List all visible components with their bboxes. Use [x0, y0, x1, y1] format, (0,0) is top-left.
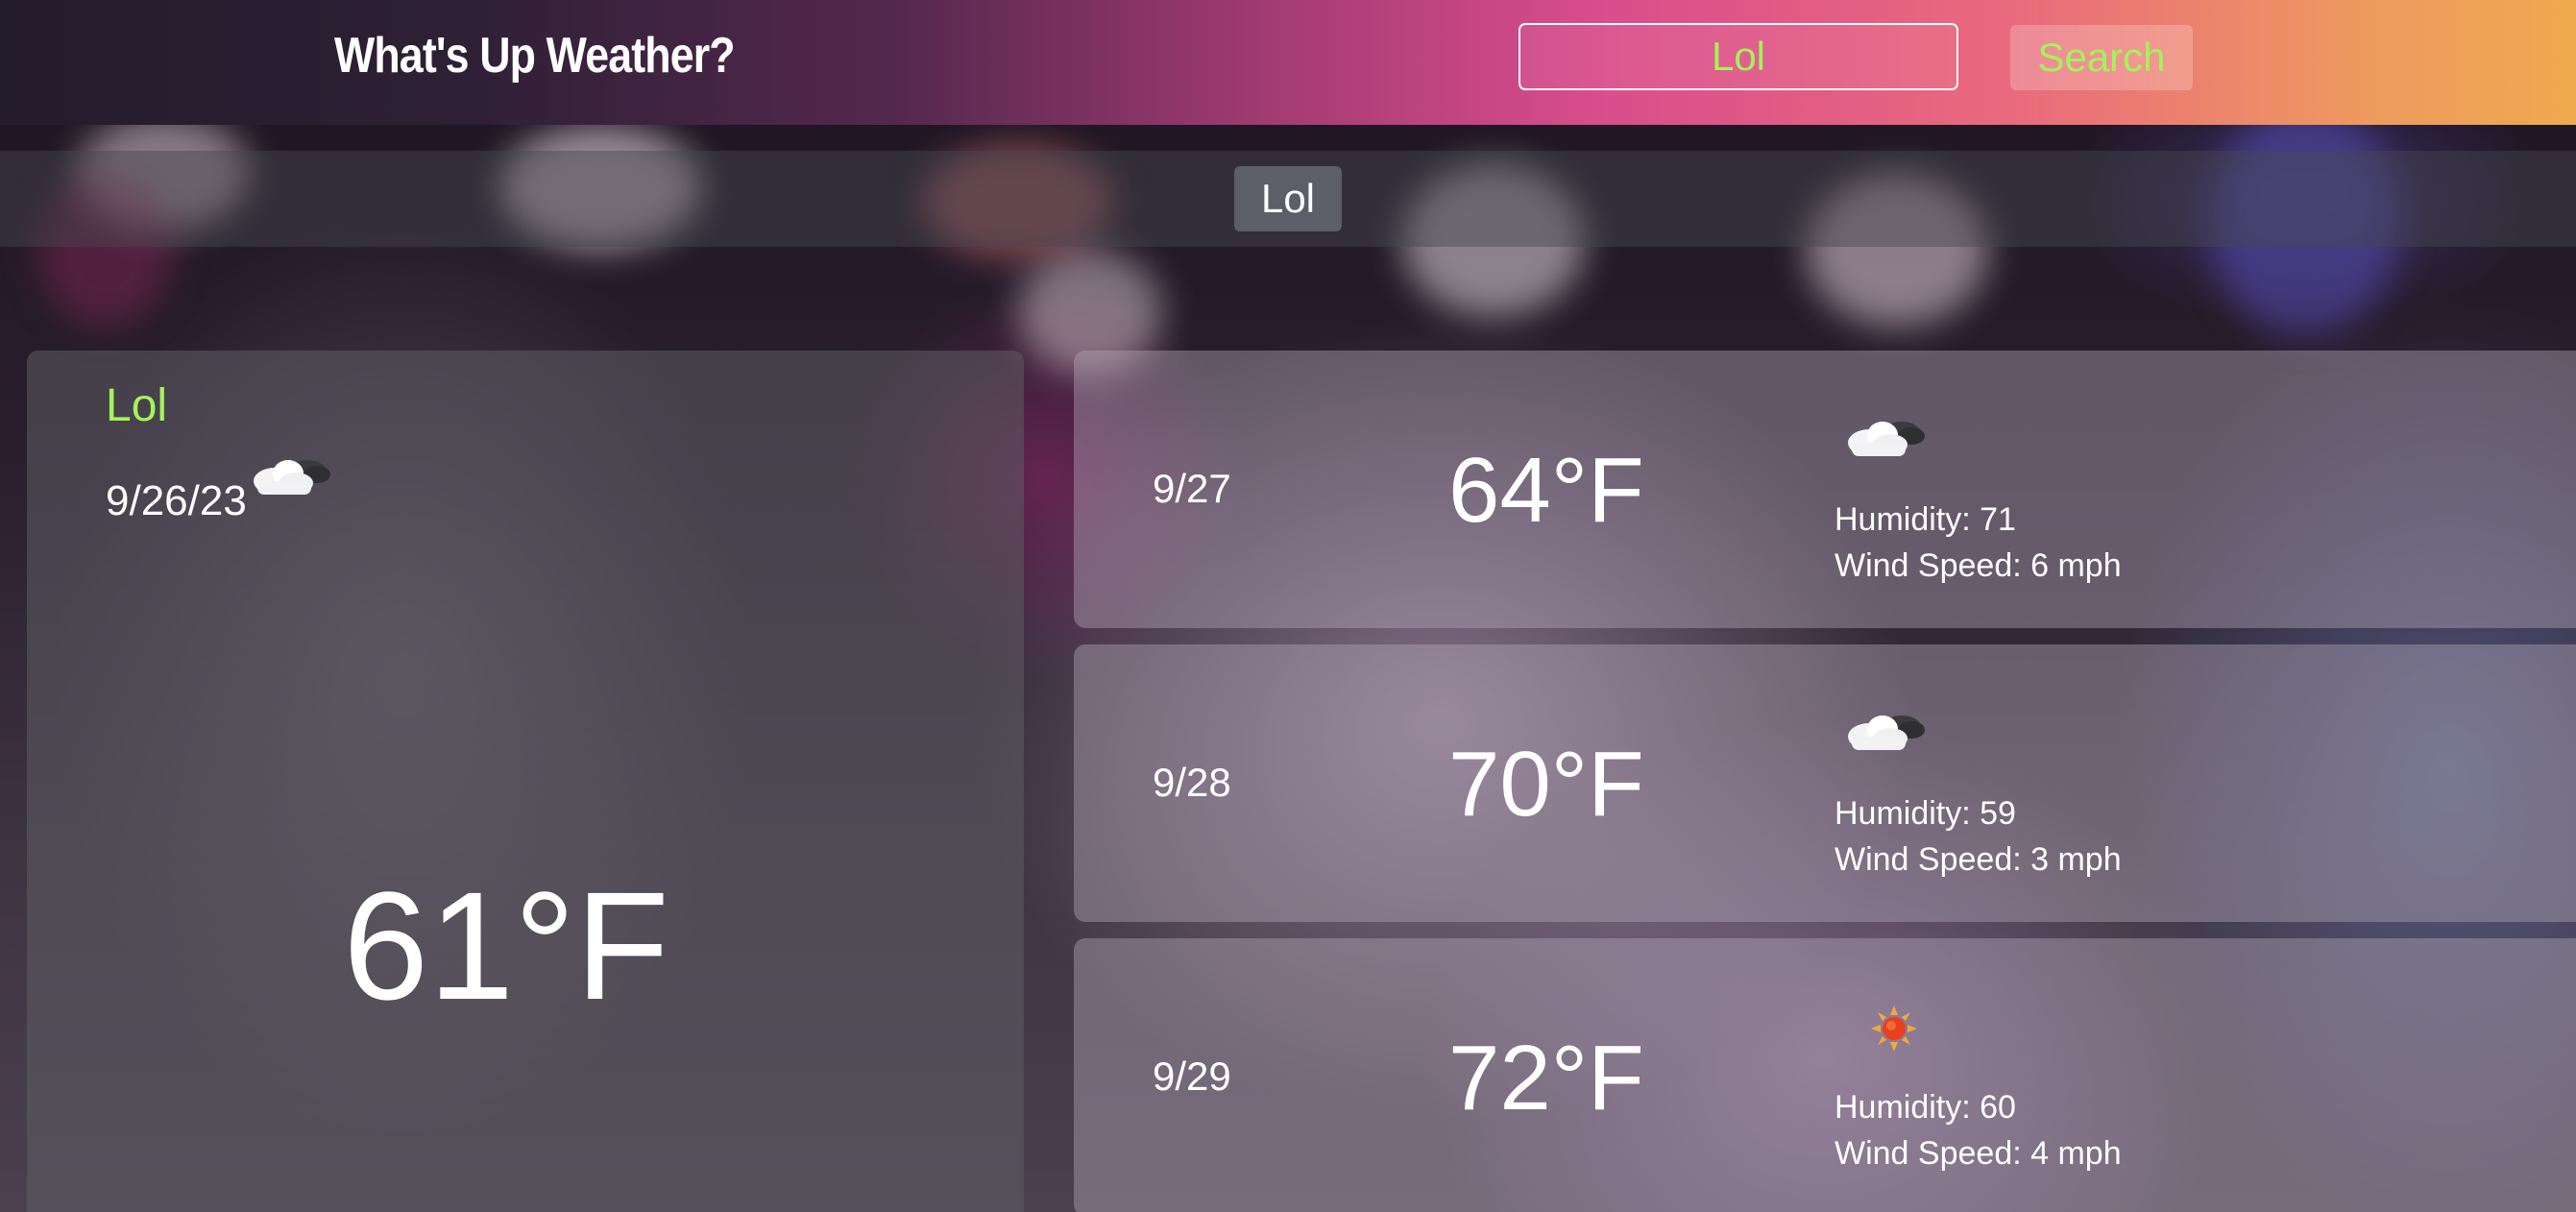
forecast-temperature: 70°F	[1448, 733, 1644, 836]
forecast-humidity: Humidity: 60	[1835, 1089, 2016, 1126]
forecast-wind-speed: Wind Speed: 6 mph	[1835, 547, 2122, 584]
forecast-date: 9/28	[1153, 760, 1231, 805]
search-history-bar: Lol	[0, 151, 2576, 247]
cloudy-icon	[1840, 700, 1929, 763]
forecast-card: 9/29 72°F Humidity: 60 Wind Speed: 4 mph	[1074, 938, 2576, 1212]
current-city-name: Lol	[106, 380, 168, 431]
current-date: 9/26/23	[106, 477, 247, 524]
forecast-date: 9/27	[1153, 466, 1231, 511]
current-weather-card: Lol 9/26/23 61°F	[27, 351, 1024, 1212]
forecast-wind-speed: Wind Speed: 4 mph	[1835, 1135, 2122, 1172]
cloudy-icon	[246, 445, 334, 507]
history-item[interactable]: Lol	[1234, 166, 1342, 231]
search-button[interactable]: Search	[2010, 25, 2193, 90]
city-search-input[interactable]	[1519, 23, 1958, 90]
cloudy-icon	[1840, 406, 1929, 469]
app-header: What's Up Weather? Search	[0, 0, 2576, 125]
current-temperature: 61°F	[343, 860, 669, 1031]
forecast-date: 9/29	[1153, 1054, 1231, 1099]
sun-icon	[1871, 1006, 1917, 1056]
forecast-card: 9/28 70°F Humidity: 59 Wind Speed: 3 mph	[1074, 644, 2576, 922]
forecast-card: 9/27 64°F Humidity: 71 Wind Speed: 6 mph	[1074, 351, 2576, 628]
forecast-humidity: Humidity: 71	[1835, 501, 2016, 538]
app-title: What's Up Weather?	[334, 28, 736, 84]
forecast-humidity: Humidity: 59	[1835, 795, 2016, 832]
forecast-temperature: 64°F	[1448, 439, 1644, 542]
forecast-wind-speed: Wind Speed: 3 mph	[1835, 841, 2122, 878]
forecast-temperature: 72°F	[1448, 1027, 1644, 1129]
